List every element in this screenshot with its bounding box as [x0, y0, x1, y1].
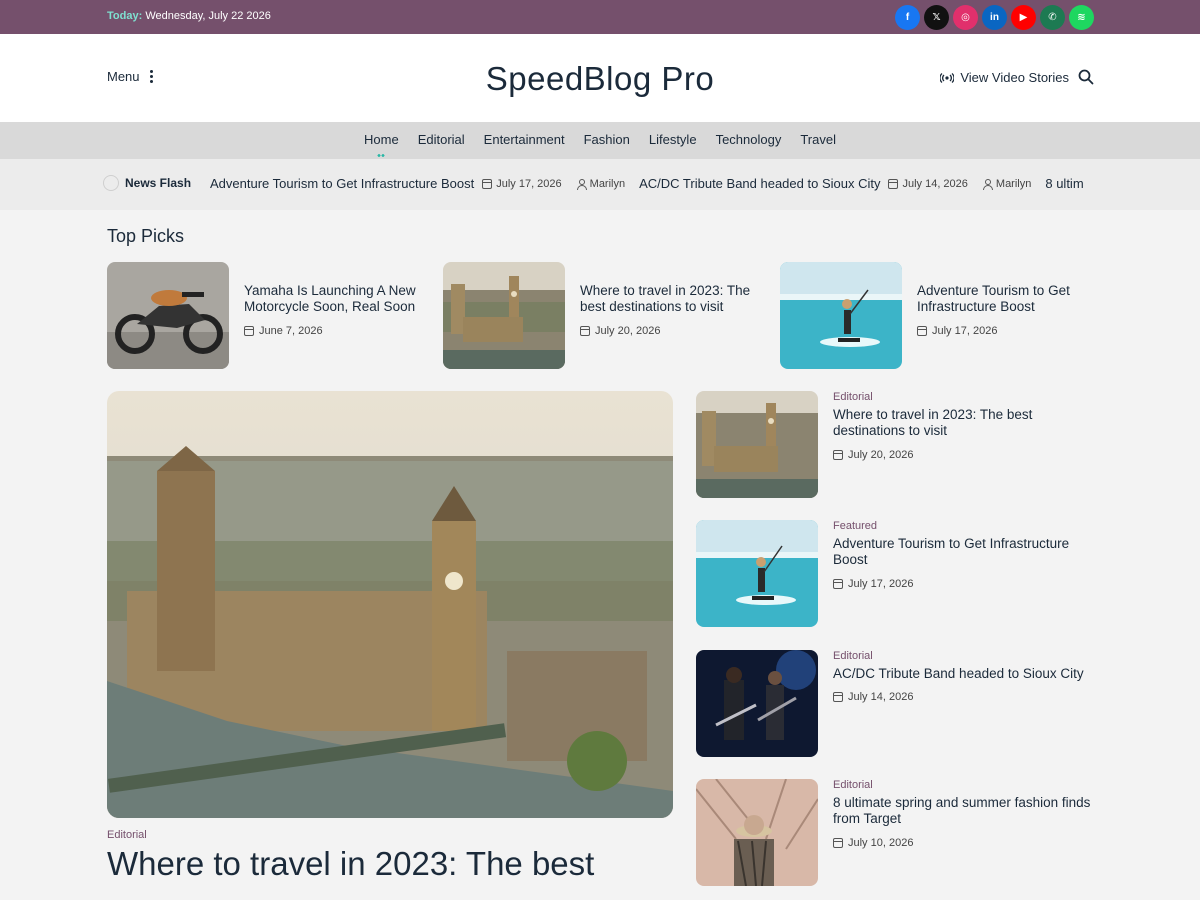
broadcast-icon [940, 72, 955, 83]
spotify-icon[interactable]: ≋ [1069, 5, 1094, 30]
calendar-icon [482, 178, 493, 189]
facebook-icon[interactable]: f [895, 5, 920, 30]
top-pick-title[interactable]: Where to travel in 2023: The best destin… [580, 283, 760, 315]
london-image[interactable] [696, 391, 818, 498]
nav-item-lifestyle[interactable]: Lifestyle [649, 122, 697, 159]
user-icon [982, 178, 993, 190]
side-article-date: July 14, 2026 [833, 691, 913, 703]
motorcycle-image[interactable] [107, 262, 229, 369]
side-article-date: July 20, 2026 [833, 449, 913, 461]
whatsapp-icon[interactable]: ✆ [1040, 5, 1065, 30]
calendar-icon [580, 326, 590, 336]
linkedin-icon[interactable]: in [982, 5, 1007, 30]
video-stories-label: View Video Stories [960, 70, 1069, 85]
top-picks-heading: Top Picks [107, 226, 185, 246]
ticker-item-date: July 17, 2026 [482, 178, 562, 190]
nav-item-entertainment[interactable]: Entertainment [484, 122, 565, 159]
side-article-title[interactable]: Where to travel in 2023: The best destin… [833, 407, 1095, 439]
feature-category[interactable]: Editorial [107, 829, 147, 841]
top-pick-card[interactable]: Adventure Tourism to Get Infrastructure … [780, 262, 1100, 369]
ticker-item-title[interactable]: Adventure Tourism to Get Infrastructure … [210, 176, 474, 191]
concert-image[interactable] [696, 650, 818, 757]
youtube-icon[interactable]: ▶ [1011, 5, 1036, 30]
side-article[interactable]: Editorial AC/DC Tribute Band headed to S… [696, 650, 1096, 757]
top-pick-date: July 20, 2026 [580, 325, 660, 337]
social-links: f 𝕏 ◎ in ▶ ✆ ≋ [895, 5, 1094, 30]
nav-item-technology[interactable]: Technology [716, 122, 782, 159]
today-label: Today: [107, 10, 143, 22]
side-article[interactable]: Editorial Where to travel in 2023: The b… [696, 391, 1096, 498]
side-article[interactable]: Editorial 8 ultimate spring and summer f… [696, 779, 1096, 886]
nav-item-editorial[interactable]: Editorial [418, 122, 465, 159]
side-article-category[interactable]: Editorial [833, 779, 873, 791]
side-article[interactable]: Featured Adventure Tourism to Get Infras… [696, 520, 1096, 627]
top-bar: Today: Wednesday, July 22 2026 f 𝕏 ◎ in … [0, 0, 1200, 34]
london-image[interactable] [443, 262, 565, 369]
side-article-date: July 10, 2026 [833, 837, 913, 849]
side-article-category[interactable]: Editorial [833, 391, 873, 403]
ticker-item-title[interactable]: AC/DC Tribute Band headed to Sioux City [639, 176, 880, 191]
instagram-icon[interactable]: ◎ [953, 5, 978, 30]
top-pick-date: June 7, 2026 [244, 325, 323, 337]
main-nav: Home Editorial Entertainment Fashion Lif… [0, 122, 1200, 159]
side-article-date: July 17, 2026 [833, 578, 913, 590]
date-text: Wednesday, July 22 2026 [145, 10, 271, 22]
site-header: Menu SpeedBlog Pro View Video Stories [0, 34, 1200, 122]
news-ticker: Adventure Tourism to Get Infrastructure … [210, 176, 1094, 191]
news-flash-text: News Flash [125, 176, 192, 190]
news-flash-bar: News Flash Adventure Tourism to Get Infr… [0, 159, 1200, 210]
side-article-title[interactable]: Adventure Tourism to Get Infrastructure … [833, 536, 1095, 568]
top-pick-card[interactable]: Where to travel in 2023: The best destin… [443, 262, 763, 369]
top-pick-card[interactable]: Yamaha Is Launching A New Motorcycle Soo… [107, 262, 427, 369]
top-pick-title[interactable]: Yamaha Is Launching A New Motorcycle Soo… [244, 283, 424, 315]
ticker-item-author[interactable]: Marilyn [982, 178, 1031, 190]
nav-item-home[interactable]: Home [364, 122, 399, 159]
side-article-category[interactable]: Featured [833, 520, 877, 532]
x-icon[interactable]: 𝕏 [924, 5, 949, 30]
calendar-icon [917, 326, 927, 336]
calendar-icon [888, 178, 899, 189]
top-pick-title[interactable]: Adventure Tourism to Get Infrastructure … [917, 283, 1097, 315]
nav-item-travel[interactable]: Travel [800, 122, 836, 159]
fashion-image[interactable] [696, 779, 818, 886]
ticker-item-title[interactable]: 8 ultim [1045, 176, 1083, 191]
calendar-icon [833, 838, 843, 848]
search-icon[interactable] [1078, 69, 1094, 85]
side-article-title[interactable]: 8 ultimate spring and summer fashion fin… [833, 795, 1095, 827]
kitesurf-image[interactable] [780, 262, 902, 369]
ticker-item-date: July 14, 2026 [888, 178, 968, 190]
calendar-icon [833, 579, 843, 589]
news-flash-label: News Flash [103, 175, 191, 191]
video-stories-link[interactable]: View Video Stories [940, 70, 1069, 85]
nav-item-fashion[interactable]: Fashion [584, 122, 630, 159]
feature-title[interactable]: Where to travel in 2023: The best [107, 845, 673, 883]
ticker-ring-icon [103, 175, 119, 191]
top-pick-date: July 17, 2026 [917, 325, 997, 337]
feature-image[interactable] [107, 391, 673, 818]
side-article-title[interactable]: AC/DC Tribute Band headed to Sioux City [833, 666, 1095, 682]
user-icon [576, 178, 587, 190]
calendar-icon [244, 326, 254, 336]
kitesurf-image[interactable] [696, 520, 818, 627]
calendar-icon [833, 450, 843, 460]
calendar-icon [833, 692, 843, 702]
ticker-item-author[interactable]: Marilyn [576, 178, 625, 190]
current-date: Today: Wednesday, July 22 2026 [107, 10, 271, 22]
side-article-category[interactable]: Editorial [833, 650, 873, 662]
